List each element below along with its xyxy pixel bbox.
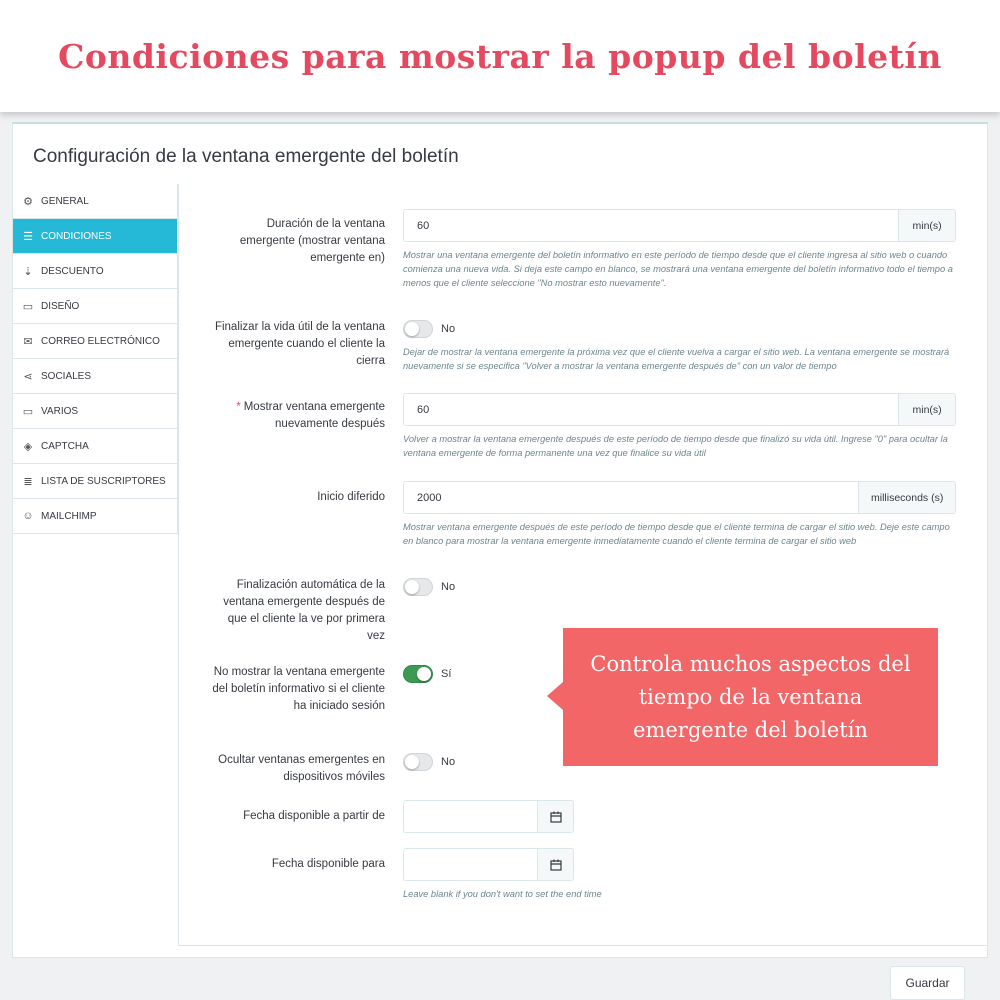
list-lines-icon: ≣ <box>23 475 33 488</box>
sidebar-item-mailchimp[interactable]: ☺ MAILCHIMP <box>13 499 177 534</box>
mobile-state: No <box>441 756 456 768</box>
panel-title: Configuración de la ventana emergente de… <box>33 146 459 167</box>
date-to-input[interactable] <box>404 849 537 880</box>
mobile-field: No <box>403 752 455 772</box>
conditions-form: Duración de la ventana emergente (mostra… <box>178 184 988 946</box>
sidebar-item-captcha[interactable]: ◈ CAPTCHA <box>13 429 177 464</box>
delay-input[interactable] <box>404 482 859 513</box>
show-again-input[interactable] <box>404 394 899 425</box>
date-from-input[interactable] <box>404 801 537 832</box>
date-from-field <box>403 800 574 833</box>
sidebar-item-label: CAPTCHA <box>41 440 89 452</box>
delay-help: Mostrar ventana emergente después de est… <box>403 522 950 546</box>
banner-title: Condiciones para mostrar la popup del bo… <box>58 36 942 76</box>
show-again-unit: min(s) <box>898 394 955 425</box>
shield-icon: ◈ <box>23 440 33 453</box>
end-life-field: No Dejar de mostrar la ventana emergente… <box>403 319 959 373</box>
settings-sidebar: ⚙ GENERAL ☰ CONDICIONES ⇣ DESCUENTO ▭ DI… <box>13 184 178 534</box>
sidebar-item-label: MAILCHIMP <box>41 510 97 522</box>
end-life-toggle[interactable] <box>403 320 433 338</box>
auto-end-state: No <box>441 581 456 593</box>
settings-panel: Configuración de la ventana emergente de… <box>12 122 988 958</box>
share-icon: ⋖ <box>23 370 33 383</box>
logged-in-label: No mostrar la ventana emergente del bole… <box>212 666 385 712</box>
sidebar-item-label: LISTA DE SUSCRIPTORES <box>41 475 166 487</box>
sidebar-item-descuento[interactable]: ⇣ DESCUENTO <box>13 254 177 289</box>
window-icon: ▭ <box>22 300 34 313</box>
sidebar-item-label: GENERAL <box>41 195 89 207</box>
date-to-help: Leave blank if you don't want to set the… <box>403 889 602 899</box>
required-mark: * <box>236 401 241 413</box>
sidebar-item-diseno[interactable]: ▭ DISEÑO <box>13 289 177 324</box>
duration-unit: min(s) <box>898 210 955 241</box>
show-again-label-wrap: * Mostrar ventana emergente nuevamente de… <box>210 399 385 433</box>
logged-in-toggle[interactable] <box>403 665 433 683</box>
duration-input[interactable] <box>404 210 899 241</box>
end-life-label: Finalizar la vida útil de la ventana eme… <box>214 321 385 367</box>
sidebar-item-label: CONDICIONES <box>41 230 112 242</box>
logged-in-state: Sí <box>441 668 452 680</box>
save-button[interactable]: Guardar <box>890 966 965 1000</box>
sidebar-item-label: DESCUENTO <box>41 265 104 277</box>
sidebar-item-label: VARIOS <box>41 405 79 417</box>
auto-end-label: Finalización automática de la ventana em… <box>223 579 385 642</box>
sidebar-item-suscriptores[interactable]: ≣ LISTA DE SUSCRIPTORES <box>13 464 177 499</box>
duration-help: Mostrar una ventana emergente del boletí… <box>403 250 953 288</box>
logged-in-field: Sí <box>403 664 451 684</box>
mobile-toggle[interactable] <box>403 753 433 771</box>
date-from-label: Fecha disponible a partir de <box>243 810 385 822</box>
sidebar-item-label: CORREO ELECTRÓNICO <box>41 335 160 347</box>
promo-callout: Controla muchos aspectos del tiempo de l… <box>547 628 938 766</box>
list-icon: ☰ <box>23 230 33 243</box>
gears-icon: ⚙ <box>23 195 33 208</box>
sidebar-item-general[interactable]: ⚙ GENERAL <box>13 184 177 219</box>
show-again-help: Volver a mostrar la ventana emergente de… <box>403 434 948 458</box>
delay-field: milliseconds (s) Mostrar ventana emergen… <box>403 481 959 548</box>
sidebar-item-condiciones[interactable]: ☰ CONDICIONES <box>13 219 177 254</box>
calendar-icon[interactable] <box>537 801 573 832</box>
calendar-icon[interactable] <box>537 849 573 880</box>
mailchimp-icon: ☺ <box>22 510 34 522</box>
delay-unit: milliseconds (s) <box>858 482 955 513</box>
callout-text: Controla muchos aspectos del tiempo de l… <box>590 651 911 742</box>
mobile-label: Ocultar ventanas emergentes en dispositi… <box>218 754 385 783</box>
sidebar-item-sociales[interactable]: ⋖ SOCIALES <box>13 359 177 394</box>
duration-label: Duración de la ventana emergente (mostra… <box>239 218 385 264</box>
sidebar-item-correo[interactable]: ✉ CORREO ELECTRÓNICO <box>13 324 177 359</box>
end-life-help: Dejar de mostrar la ventana emergente la… <box>403 347 950 371</box>
sort-icon: ⇣ <box>23 265 33 278</box>
auto-end-toggle[interactable] <box>403 578 433 596</box>
desktop-icon: ▭ <box>22 405 34 418</box>
end-life-state: No <box>441 323 456 335</box>
show-again-field: min(s) Volver a mostrar la ventana emerg… <box>403 393 959 460</box>
delay-label: Inicio diferido <box>317 491 385 503</box>
show-again-label: Mostrar ventana emergente nuevamente des… <box>243 401 385 430</box>
page-banner: Condiciones para mostrar la popup del bo… <box>0 0 1000 112</box>
sidebar-item-label: SOCIALES <box>41 370 92 382</box>
date-to-label: Fecha disponible para <box>271 858 385 870</box>
admin-stage: Configuración de la ventana emergente de… <box>0 112 1000 1000</box>
sidebar-item-label: DISEÑO <box>41 300 80 312</box>
date-to-field: Leave blank if you don't want to set the… <box>403 848 959 901</box>
sidebar-item-varios[interactable]: ▭ VARIOS <box>13 394 177 429</box>
envelope-icon: ✉ <box>23 335 33 348</box>
auto-end-field: No <box>403 577 455 597</box>
duration-field: min(s) Mostrar una ventana emergente del… <box>403 209 959 290</box>
